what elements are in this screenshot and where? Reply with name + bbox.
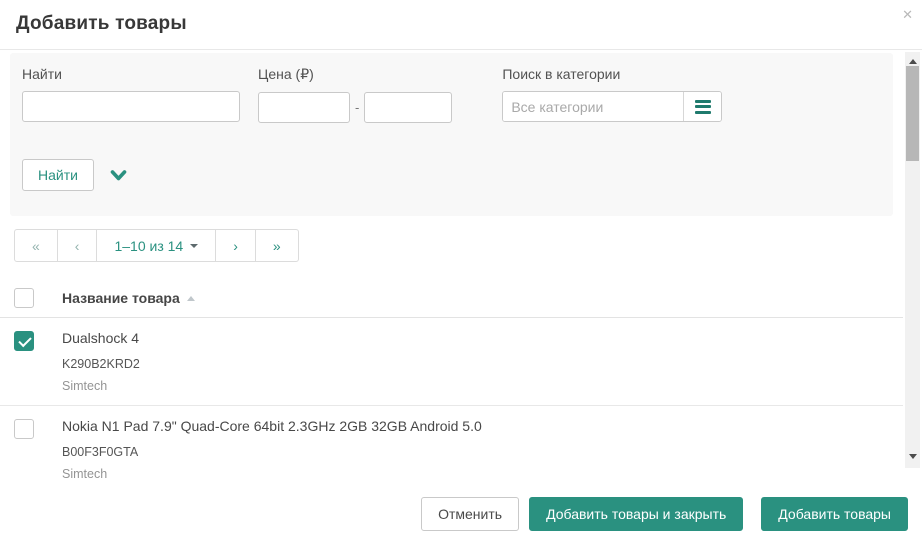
product-vendor: Simtech (62, 379, 140, 393)
pagination-first-button[interactable]: « (14, 229, 58, 262)
product-info: Dualshock 4 K290B2KRD2 Simtech (62, 330, 140, 393)
add-products-modal: Добавить товары ✕ Найти Цена (₽) - Поиск… (0, 0, 922, 547)
hamburger-menu-icon (695, 97, 711, 116)
search-button[interactable]: Найти (22, 159, 94, 191)
name-column-header[interactable]: Название товара (62, 290, 195, 306)
row-checkbox[interactable] (14, 419, 34, 439)
cancel-button[interactable]: Отменить (421, 497, 519, 531)
price-label: Цена (₽) (258, 66, 452, 83)
pagination-prev-button[interactable]: ‹ (57, 229, 98, 262)
product-info: Nokia N1 Pad 7.9" Quad-Core 64bit 2.3GHz… (62, 418, 482, 481)
category-input-group (502, 91, 722, 122)
table-header-row: Название товара (0, 279, 903, 318)
price-range-separator: - (355, 100, 359, 115)
product-name: Nokia N1 Pad 7.9" Quad-Core 64bit 2.3GHz… (62, 418, 482, 435)
category-label: Поиск в категории (502, 66, 722, 82)
product-list: Dualshock 4 K290B2KRD2 Simtech Nokia N1 … (0, 318, 922, 494)
pagination-range-label: 1–10 из 14 (114, 238, 183, 254)
add-products-and-close-button[interactable]: Добавить товары и закрыть (529, 497, 743, 531)
modal-header: Добавить товары ✕ (0, 0, 922, 50)
table-row[interactable]: Dualshock 4 K290B2KRD2 Simtech (0, 318, 903, 406)
product-code: B00F3F0GTA (62, 445, 482, 459)
pagination-range-dropdown[interactable]: 1–10 из 14 (96, 229, 216, 262)
price-field: Цена (₽) - (258, 66, 452, 123)
search-panel: Найти Цена (₽) - Поиск в категории (10, 53, 893, 216)
scroll-down-icon[interactable] (905, 449, 920, 463)
pagination: « ‹ 1–10 из 14 › » (14, 229, 299, 262)
find-field: Найти (22, 66, 240, 122)
price-to-input[interactable] (364, 92, 452, 123)
scrollbar-thumb[interactable] (906, 66, 919, 161)
chevron-down-icon[interactable] (110, 169, 127, 182)
category-picker-button[interactable] (683, 92, 721, 121)
close-icon[interactable]: ✕ (902, 8, 913, 21)
product-vendor: Simtech (62, 467, 482, 481)
sort-asc-icon (187, 296, 195, 301)
price-inputs: - (258, 92, 452, 123)
modal-footer: Отменить Добавить товары и закрыть Добав… (0, 480, 922, 547)
find-label: Найти (22, 66, 240, 82)
product-code: K290B2KRD2 (62, 357, 140, 371)
search-fields-row: Найти Цена (₽) - Поиск в категории (22, 66, 881, 123)
row-checkbox[interactable] (14, 331, 34, 351)
add-products-button[interactable]: Добавить товары (761, 497, 908, 531)
caret-down-icon (190, 244, 198, 248)
scrollbar[interactable] (905, 52, 920, 468)
price-from-input[interactable] (258, 92, 350, 123)
search-actions: Найти (22, 159, 881, 191)
pagination-next-button[interactable]: › (215, 229, 256, 262)
select-all-checkbox[interactable] (14, 288, 34, 308)
product-name: Dualshock 4 (62, 330, 140, 347)
page-title: Добавить товары (16, 13, 922, 35)
category-input[interactable] (503, 92, 683, 121)
product-table: Название товара Dualshock 4 K290B2KRD2 S… (0, 279, 922, 494)
search-input[interactable] (22, 91, 240, 122)
pagination-last-button[interactable]: » (255, 229, 299, 262)
category-field: Поиск в категории (502, 66, 722, 122)
